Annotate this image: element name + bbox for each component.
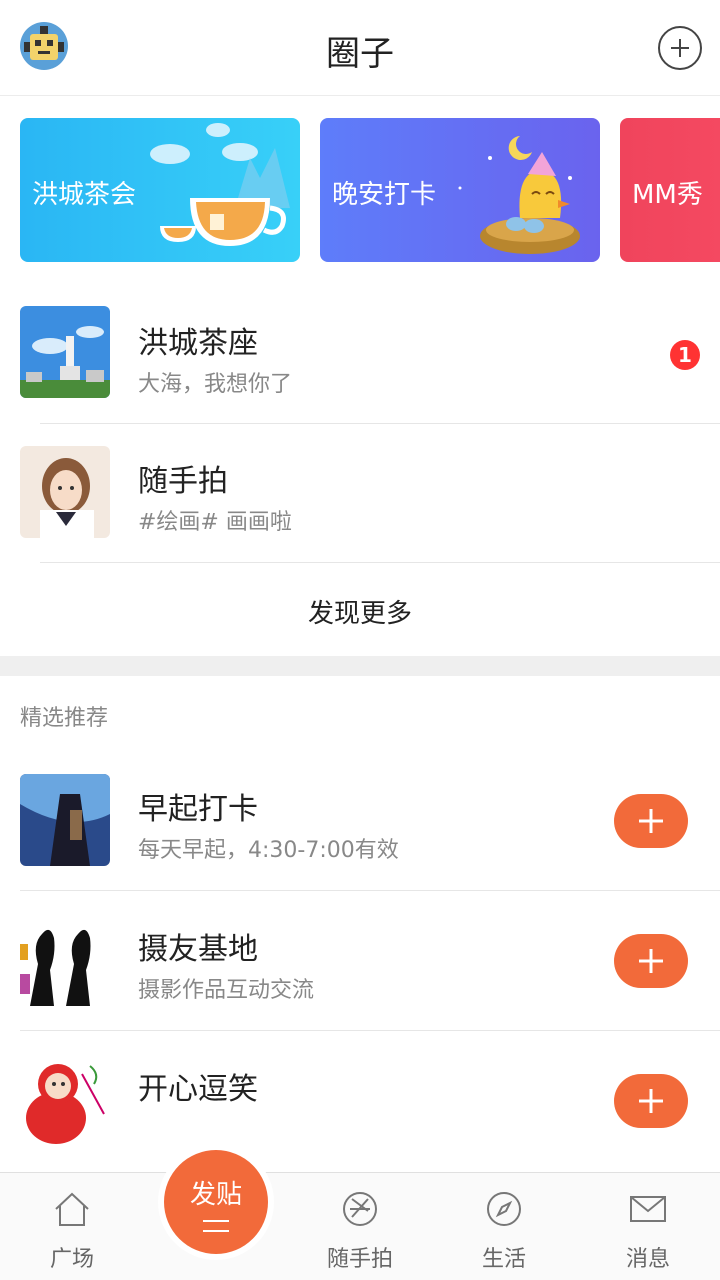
mail-icon [626,1187,670,1231]
aperture-icon [338,1187,382,1231]
banner-tea-party[interactable]: 洪城茶会 [20,118,300,262]
banner-label: 洪城茶会 [32,180,137,210]
circle-title: 早起打卡 [138,792,258,827]
circle-subtitle: #绘画# 画画啦 [138,510,292,535]
discover-more-link[interactable]: 发现更多 [0,566,720,656]
section-separator [0,656,720,676]
plus-icon [639,949,663,973]
tab-label: 随手拍 [326,1247,393,1272]
post-button[interactable]: 发贴 [158,1144,274,1260]
circle-banner-carousel: 洪城茶会 晚安打卡 MM秀 [0,96,720,286]
tab-label: 生活 [481,1247,526,1272]
banner-label: MM秀 [632,180,703,210]
join-button[interactable] [614,794,688,848]
circle-thumbnail [20,914,110,1006]
section-title: 精选推荐 [20,706,109,731]
plus-circle-icon[interactable] [658,26,702,70]
tab-label: 消息 [625,1247,670,1272]
circle-title: 随手拍 [138,464,228,499]
circle-subtitle: 每天早起，4:30-7:00有效 [138,838,399,863]
tab-snapshot[interactable]: 随手拍 [300,1173,420,1280]
divider [40,562,720,563]
home-icon [50,1187,94,1231]
circle-title: 开心逗笑 [138,1072,258,1107]
plus-icon [639,1089,663,1113]
circle-subtitle: 摄影作品互动交流 [138,978,315,1003]
circle-thumbnail [20,774,110,866]
list-item-photo-base[interactable]: 摄友基地 摄影作品互动交流 [0,892,720,1032]
menu-lines-icon [203,1219,229,1232]
circle-thumbnail [20,446,110,538]
tab-label: 广场 [49,1247,94,1272]
circle-title: 洪城茶座 [138,326,258,361]
list-item-happy-jokes[interactable]: 开心逗笑 [0,1032,720,1172]
tab-plaza[interactable]: 广场 [12,1173,132,1280]
list-item-tea-seat[interactable]: 洪城茶座 大海，我想你了 1 [0,290,720,430]
circle-thumbnail [20,306,110,398]
circle-subtitle: 大海，我想你了 [138,372,293,397]
post-label: 发贴 [189,1179,242,1210]
page-title: 圈子 [326,34,394,74]
circle-thumbnail [20,1054,110,1146]
compass-icon [482,1187,526,1231]
banner-mm-show[interactable]: MM秀 [620,118,720,262]
banner-goodnight-checkin[interactable]: 晚安打卡 [320,118,600,262]
join-button[interactable] [614,934,688,988]
plus-icon [639,809,663,833]
tab-messages[interactable]: 消息 [588,1173,708,1280]
post-button-inner: 发贴 [164,1150,268,1254]
banner-label: 晚安打卡 [332,180,437,210]
top-bar: 圈子 [0,0,720,96]
unread-badge: 1 [670,340,700,370]
join-button[interactable] [614,1074,688,1128]
circle-title: 摄友基地 [138,932,258,967]
divider [20,890,720,891]
divider [20,1030,720,1031]
list-item-early-checkin[interactable]: 早起打卡 每天早起，4:30-7:00有效 [0,752,720,892]
list-item-snapshot[interactable]: 随手拍 #绘画# 画画啦 [0,424,720,564]
tab-life[interactable]: 生活 [444,1173,564,1280]
bottom-tab-bar: 广场 随手拍 生活 消息 [0,1172,720,1280]
